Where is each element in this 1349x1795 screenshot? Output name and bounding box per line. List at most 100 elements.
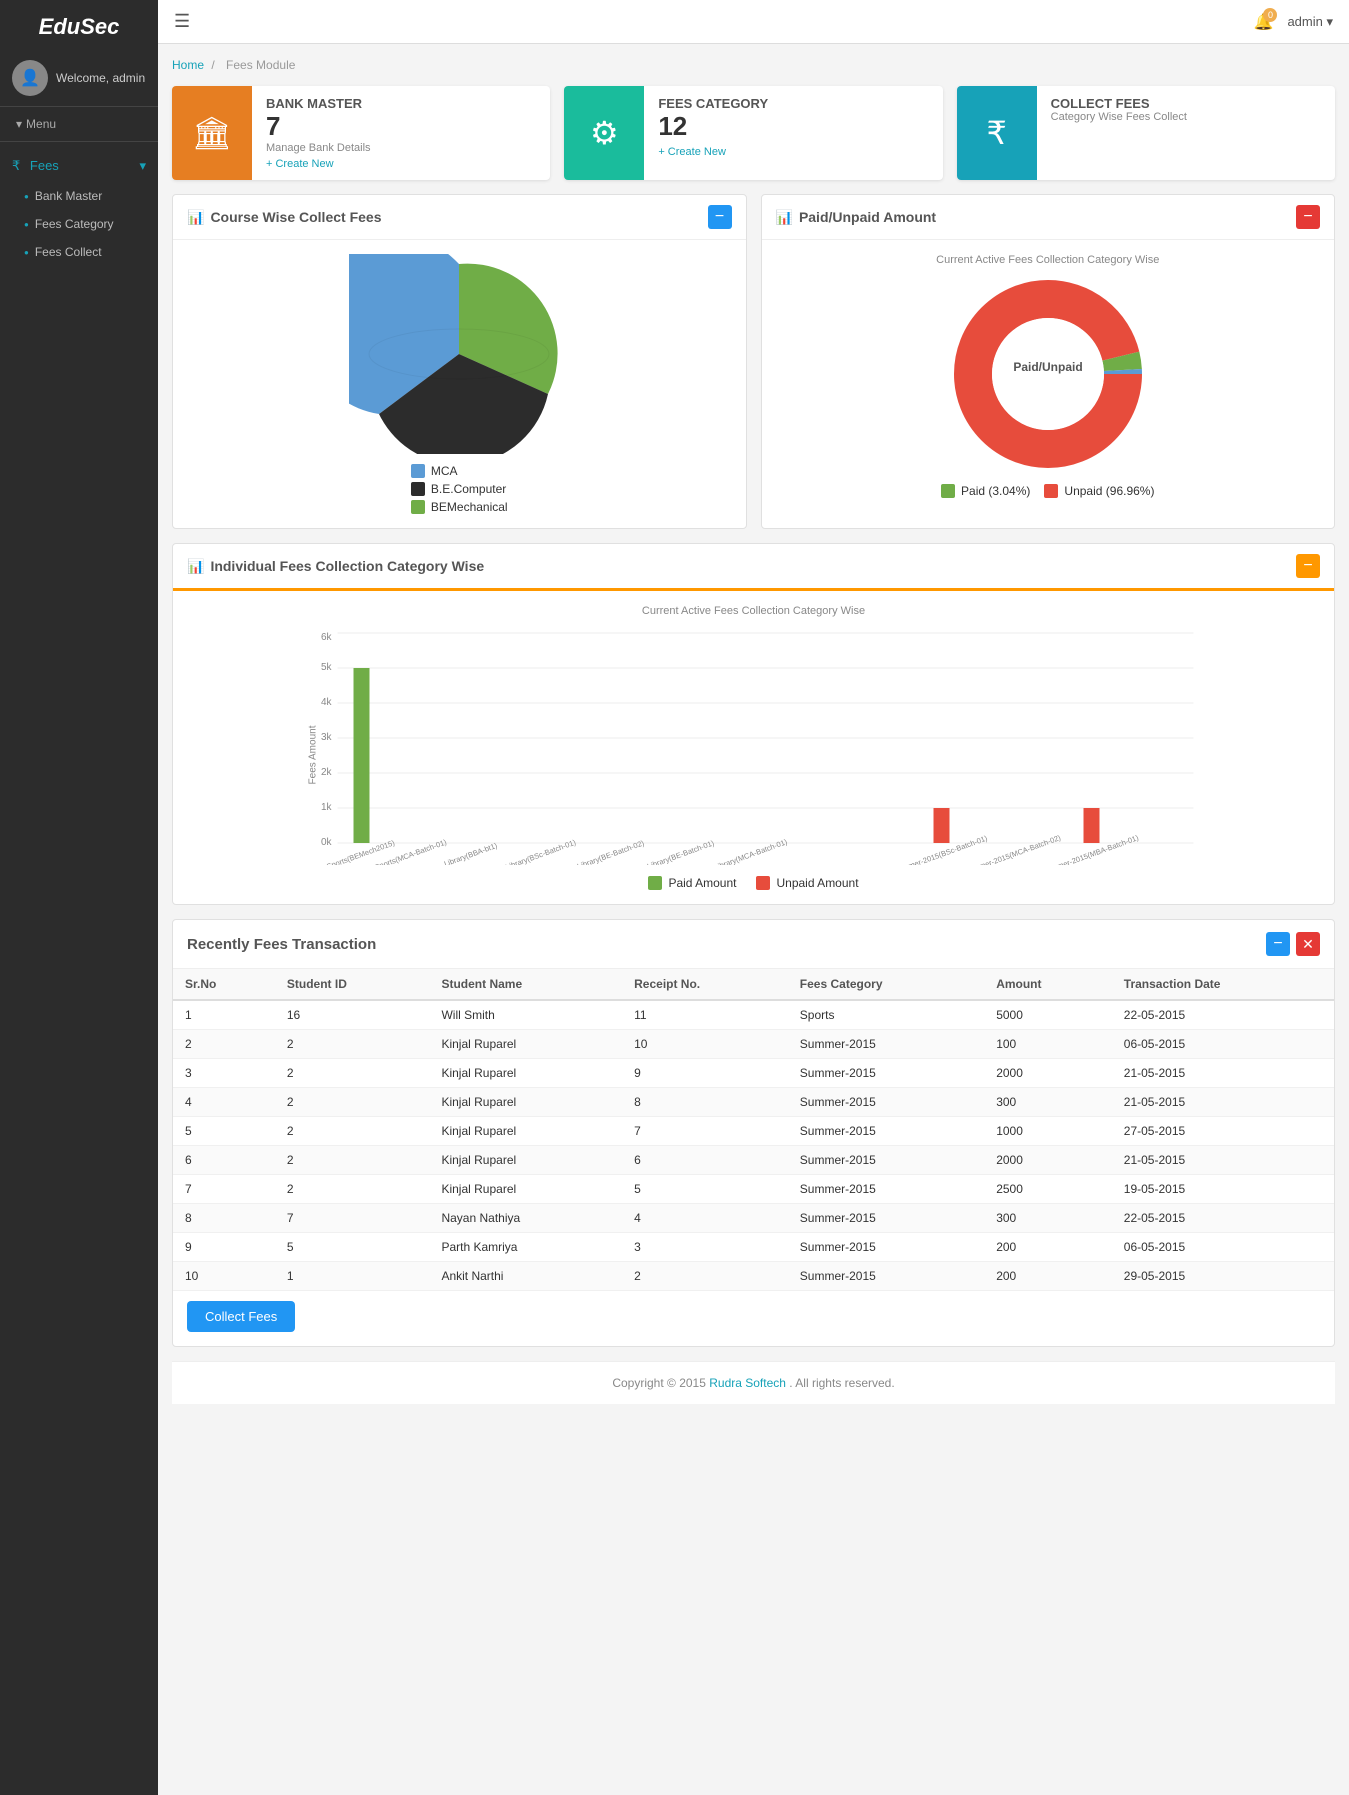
chevron-down-icon: ▾ xyxy=(16,117,22,131)
table-row: 87Nayan Nathiya4Summer-201530022-05-2015 xyxy=(173,1204,1334,1233)
chevron-right-icon: ▾ xyxy=(139,158,146,174)
table-cell-name: Ankit Narthi xyxy=(429,1262,622,1291)
table-cell-student_id: 5 xyxy=(275,1233,430,1262)
bar-chart-toggle-button[interactable]: − xyxy=(1296,554,1320,578)
topbar-left: ☰ xyxy=(174,11,190,32)
collect-fees-button[interactable]: Collect Fees xyxy=(187,1301,295,1332)
table-cell-date: 21-05-2015 xyxy=(1112,1059,1334,1088)
legend-label: MCA xyxy=(431,464,458,478)
table-row: 95Parth Kamriya3Summer-201520006-05-2015 xyxy=(173,1233,1334,1262)
table-cell-receipt: 3 xyxy=(622,1233,788,1262)
table-cell-category: Summer-2015 xyxy=(788,1175,984,1204)
stat-card-subtitle: Category Wise Fees Collect xyxy=(1051,111,1321,123)
admin-menu[interactable]: admin ▾ xyxy=(1287,14,1333,30)
sidebar-user: 👤 Welcome, admin xyxy=(0,50,158,107)
table-cell-sr: 1 xyxy=(173,1000,275,1030)
sidebar-fees-header[interactable]: ₹ Fees ▾ xyxy=(0,150,158,182)
svg-text:0k: 0k xyxy=(321,837,333,848)
bell-icon[interactable]: 🔔 0 xyxy=(1254,12,1274,32)
main-content: Home / Fees Module 🏛 BANK MASTER 7 Manag… xyxy=(158,44,1349,1418)
table-cell-date: 29-05-2015 xyxy=(1112,1262,1334,1291)
legend-item: B.E.Computer xyxy=(411,482,508,496)
table-cell-category: Summer-2015 xyxy=(788,1262,984,1291)
svg-text:1k: 1k xyxy=(321,802,333,813)
footer-link[interactable]: Rudra Softech xyxy=(709,1376,786,1390)
pie-chart-toggle-button[interactable]: − xyxy=(708,205,732,229)
table-cell-student_id: 2 xyxy=(275,1117,430,1146)
table-cell-date: 06-05-2015 xyxy=(1112,1233,1334,1262)
table-cell-sr: 8 xyxy=(173,1204,275,1233)
bell-badge: 0 xyxy=(1263,8,1277,22)
donut-chart-panel: 📊 Paid/Unpaid Amount − Current Active Fe… xyxy=(761,194,1336,529)
legend-item-paid-amount: Paid Amount xyxy=(648,876,736,890)
bank-icon: 🏛 xyxy=(172,86,252,180)
bar-paid xyxy=(354,668,370,843)
sidebar-item-label: Fees Collect xyxy=(35,245,102,259)
legend-color-paid xyxy=(941,484,955,498)
dot-icon: ● xyxy=(24,248,29,257)
pie-chart-body: MCA B.E.Computer BEMechanical xyxy=(173,240,746,528)
table-cell-receipt: 9 xyxy=(622,1059,788,1088)
bar-chart-subtitle: Current Active Fees Collection Category … xyxy=(187,605,1320,617)
legend-color-paid-amount xyxy=(648,876,662,890)
table-cell-sr: 7 xyxy=(173,1175,275,1204)
table-cell-sr: 6 xyxy=(173,1146,275,1175)
table-minimize-button[interactable]: − xyxy=(1266,932,1290,956)
table-cell-name: Kinjal Ruparel xyxy=(429,1030,622,1059)
sidebar-item-label: Bank Master xyxy=(35,189,102,203)
table-cell-name: Will Smith xyxy=(429,1000,622,1030)
svg-text:Library(BE-Batch-02): Library(BE-Batch-02) xyxy=(576,838,646,865)
table-cell-sr: 9 xyxy=(173,1233,275,1262)
table-cell-amount: 2000 xyxy=(984,1059,1112,1088)
pie-chart-panel: 📊 Course Wise Collect Fees − xyxy=(172,194,747,529)
table-cell-student_id: 16 xyxy=(275,1000,430,1030)
table-cell-sr: 3 xyxy=(173,1059,275,1088)
table-row: 52Kinjal Ruparel7Summer-2015100027-05-20… xyxy=(173,1117,1334,1146)
table-panel-buttons: − ✕ xyxy=(1266,932,1320,956)
donut-chart-toggle-button[interactable]: − xyxy=(1296,205,1320,229)
table-cell-amount: 5000 xyxy=(984,1000,1112,1030)
sidebar-item-fees-category[interactable]: ● Fees Category xyxy=(0,210,158,238)
legend-label: BEMechanical xyxy=(431,500,508,514)
table-panel-header: Recently Fees Transaction − ✕ xyxy=(173,920,1334,969)
legend-label-unpaid-amount: Unpaid Amount xyxy=(776,876,858,890)
table-cell-category: Summer-2015 xyxy=(788,1088,984,1117)
dot-icon: ● xyxy=(24,192,29,201)
svg-text:2k: 2k xyxy=(321,767,333,778)
legend-color-unpaid-amount xyxy=(756,876,770,890)
table-cell-sr: 10 xyxy=(173,1262,275,1291)
svg-text:3k: 3k xyxy=(321,732,333,743)
pie-chart-icon: 📊 xyxy=(187,209,204,226)
legend-item-paid: Paid (3.04%) xyxy=(941,484,1030,498)
table-cell-student_id: 2 xyxy=(275,1146,430,1175)
sidebar-item-bank-master[interactable]: ● Bank Master xyxy=(0,182,158,210)
sidebar: EduSec 👤 Welcome, admin ▾ Menu ₹ Fees ▾ … xyxy=(0,0,158,1795)
hamburger-icon[interactable]: ☰ xyxy=(174,11,190,32)
stat-card-title: COLLECT FEES xyxy=(1051,96,1321,111)
table-cell-student_id: 2 xyxy=(275,1088,430,1117)
footer: Copyright © 2015 Rudra Softech . All rig… xyxy=(172,1361,1335,1404)
create-new-category-link[interactable]: + Create New xyxy=(658,146,726,158)
rupee-icon: ₹ xyxy=(12,158,20,173)
stat-card-fees-category: ⚙ FEES CATEGORY 12 + Create New xyxy=(564,86,942,180)
sidebar-item-fees-collect[interactable]: ● Fees Collect xyxy=(0,238,158,266)
bar-chart-header: 📊 Individual Fees Collection Category Wi… xyxy=(173,544,1334,591)
svg-text:5k: 5k xyxy=(321,662,333,673)
table-row: 22Kinjal Ruparel10Summer-201510006-05-20… xyxy=(173,1030,1334,1059)
donut-chart-svg: Paid/Unpaid xyxy=(938,274,1158,474)
legend-item-unpaid-amount: Unpaid Amount xyxy=(756,876,858,890)
table-cell-sr: 2 xyxy=(173,1030,275,1059)
breadcrumb-home[interactable]: Home xyxy=(172,58,204,72)
table-cell-category: Summer-2015 xyxy=(788,1117,984,1146)
create-new-bank-link[interactable]: + Create New xyxy=(266,158,334,170)
table-header-row: Sr.No Student ID Student Name Receipt No… xyxy=(173,969,1334,1000)
table-close-button[interactable]: ✕ xyxy=(1296,932,1320,956)
table-cell-date: 21-05-2015 xyxy=(1112,1088,1334,1117)
legend-item: BEMechanical xyxy=(411,500,508,514)
pie-chart-title-text: Course Wise Collect Fees xyxy=(210,209,381,225)
col-fees-category: Fees Category xyxy=(788,969,984,1000)
stat-card-collect-fees: ₹ COLLECT FEES Category Wise Fees Collec… xyxy=(957,86,1335,180)
table-cell-category: Summer-2015 xyxy=(788,1204,984,1233)
bar-chart-title-text: Individual Fees Collection Category Wise xyxy=(210,558,484,574)
table-panel-title: Recently Fees Transaction xyxy=(187,936,376,953)
